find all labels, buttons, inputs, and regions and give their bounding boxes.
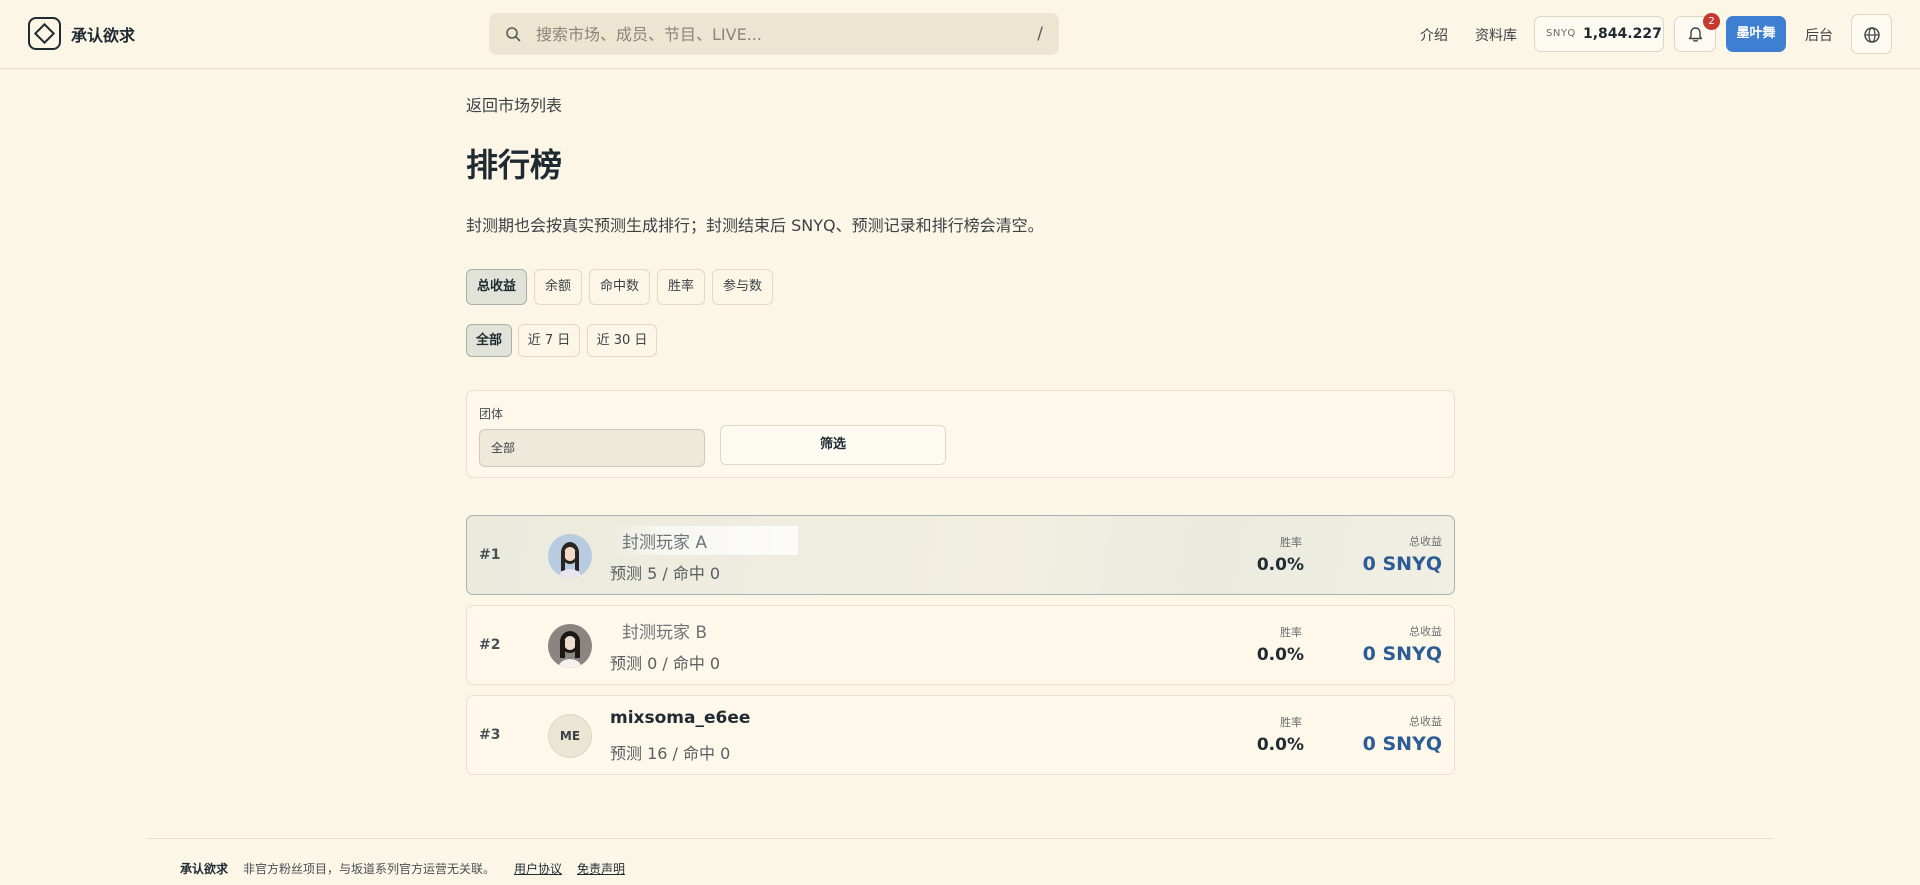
- win-rate-value: 0.0%: [1256, 555, 1304, 575]
- win-rate-value: 0.0%: [1256, 735, 1304, 755]
- win-rate-label: 胜率: [1280, 716, 1302, 729]
- nav-admin-link[interactable]: 后台: [1805, 25, 1833, 45]
- balance-amount: 1,844.227: [1583, 26, 1662, 42]
- footer-disclaimer-note: 非官方粉丝项目，与坂道系列官方运营无关联。: [243, 862, 496, 876]
- nav-library-link[interactable]: 资料库: [1475, 25, 1517, 45]
- win-rate-label: 胜率: [1280, 536, 1302, 549]
- avatar: [548, 624, 592, 668]
- tab-balance[interactable]: 余额: [534, 269, 582, 305]
- notification-count-badge: 2: [1703, 13, 1720, 30]
- avatar: ME: [548, 714, 592, 758]
- terms-link[interactable]: 用户协议: [514, 860, 562, 877]
- language-button[interactable]: [1851, 14, 1892, 54]
- group-select[interactable]: 全部: [479, 429, 705, 467]
- profit-label: 总收益: [1409, 535, 1442, 548]
- globe-icon: [1864, 27, 1880, 43]
- bell-icon: [1688, 27, 1703, 42]
- back-to-markets-link[interactable]: 返回市场列表: [466, 92, 562, 116]
- player-name[interactable]: 封测玩家 B: [610, 616, 719, 645]
- search-shortcut-hint: /: [1037, 24, 1043, 44]
- rank-number: #2: [479, 637, 501, 653]
- profit-label: 总收益: [1409, 625, 1442, 638]
- profit-label: 总收益: [1409, 715, 1442, 728]
- period-all[interactable]: 全部: [466, 324, 512, 357]
- filter-panel: 团体 全部 筛选: [466, 390, 1455, 478]
- profit-value: 0 SNYQ: [1362, 553, 1442, 575]
- search-input[interactable]: [536, 13, 1006, 55]
- tab-win-rate[interactable]: 胜率: [657, 269, 705, 305]
- leaderboard-row[interactable]: #2 封测玩家 B 预测 0 / 命中 0 胜率 0.0% 总收益 0 SNYQ: [466, 605, 1455, 685]
- rank-number: #1: [479, 547, 501, 563]
- tab-total-profit[interactable]: 总收益: [466, 269, 527, 305]
- filter-button[interactable]: 筛选: [720, 425, 946, 465]
- period-7-days[interactable]: 近 7 日: [518, 324, 580, 357]
- user-menu-button[interactable]: 墨叶舞: [1726, 16, 1786, 52]
- profit-value: 0 SNYQ: [1362, 643, 1442, 665]
- win-rate-label: 胜率: [1280, 626, 1302, 639]
- rank-number: #3: [479, 727, 501, 743]
- nav-intro-link[interactable]: 介绍: [1420, 25, 1448, 45]
- notifications-button[interactable]: 2: [1674, 13, 1720, 52]
- period-30-days[interactable]: 近 30 日: [587, 324, 657, 357]
- leaderboard-row[interactable]: #3 ME mixsoma_e6ee 预测 16 / 命中 0 胜率 0.0% …: [466, 695, 1455, 775]
- disclaimer-link[interactable]: 免责声明: [577, 860, 625, 877]
- balance-display[interactable]: SNYQ 1,844.227: [1534, 16, 1664, 52]
- page-description: 封测期也会按真实预测生成排行；封测结束后 SNYQ、预测记录和排行榜会清空。: [466, 216, 1044, 235]
- brand-name[interactable]: 承认欲求: [71, 22, 135, 46]
- win-rate-value: 0.0%: [1256, 645, 1304, 665]
- avatar: [548, 534, 592, 578]
- leaderboard-row[interactable]: #1 封测玩家 A 预测 5 / 命中 0 胜率 0.0% 总收益 0 SNYQ: [466, 515, 1455, 595]
- player-name[interactable]: 封测玩家 A: [610, 526, 798, 555]
- tab-hits[interactable]: 命中数: [589, 269, 650, 305]
- profit-value: 0 SNYQ: [1362, 733, 1442, 755]
- player-stats: 预测 5 / 命中 0: [610, 564, 721, 583]
- footer-brand: 承认欲求: [180, 862, 229, 876]
- top-header: 承认欲求 / 介绍 资料库 SNYQ 1,844.227 2 墨叶舞 后台: [0, 0, 1920, 69]
- footer-divider: [146, 838, 1774, 839]
- search-box[interactable]: /: [489, 13, 1059, 55]
- player-stats: 预测 0 / 命中 0: [610, 654, 721, 673]
- logo-icon[interactable]: [28, 17, 61, 50]
- page-title: 排行榜: [466, 146, 563, 184]
- group-filter-label: 团体: [479, 407, 504, 421]
- search-icon: [506, 27, 521, 42]
- tab-participation[interactable]: 参与数: [712, 269, 773, 305]
- player-name[interactable]: mixsoma_e6ee: [610, 706, 762, 730]
- balance-unit: SNYQ: [1546, 28, 1576, 39]
- player-stats: 预测 16 / 命中 0: [610, 744, 731, 763]
